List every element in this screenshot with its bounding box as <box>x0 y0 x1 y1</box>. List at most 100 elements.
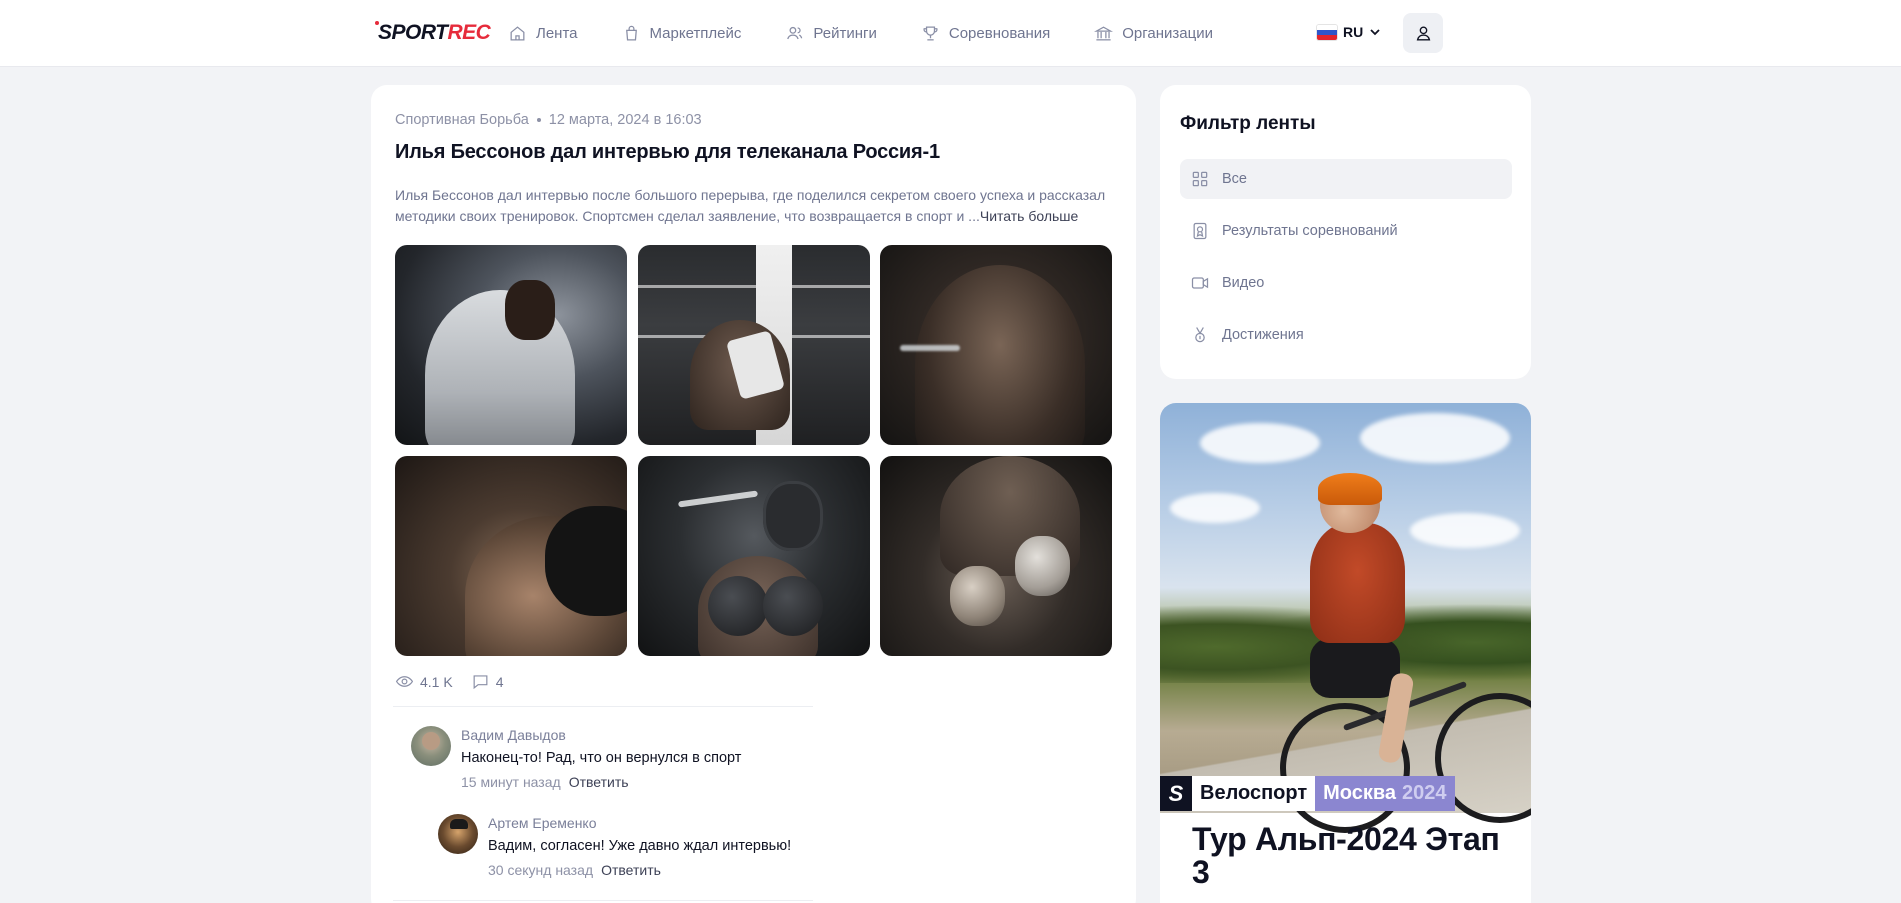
banner-image <box>1160 403 1531 833</box>
nav-item-organizations[interactable]: Организации <box>1094 24 1213 43</box>
nav-label: Маркетплейс <box>649 25 742 42</box>
boxing-glove <box>762 576 823 636</box>
video-icon <box>1191 277 1209 289</box>
filter-title: Фильтр ленты <box>1180 113 1316 134</box>
filter-item-label: Все <box>1222 171 1247 187</box>
nav-label: Лента <box>536 25 578 42</box>
post-stats: 4.1 K 4 <box>395 672 504 691</box>
user-icon <box>1416 25 1430 41</box>
certificate-icon <box>1193 222 1207 240</box>
filter-item-results[interactable]: Результаты соревнований <box>1180 211 1512 251</box>
bag-icon <box>625 25 637 41</box>
comment-text: Вадим, согласен! Уже давно ждал интервью… <box>488 838 792 854</box>
comment-item: Вадим Давыдов Наконец-то! Рад, что он ве… <box>411 726 741 790</box>
language-selector[interactable]: RU <box>1317 24 1381 40</box>
photo-figure <box>425 280 575 445</box>
comment-body: Вадим Давыдов Наконец-то! Рад, что он ве… <box>461 726 741 790</box>
nav-label: Организации <box>1122 25 1213 42</box>
boxing-glove <box>950 566 1005 626</box>
nav-item-feed[interactable]: Лента <box>508 24 578 43</box>
rider-shorts <box>1310 638 1400 698</box>
comments-divider <box>393 900 813 901</box>
rider-jersey <box>1310 523 1405 643</box>
rider-helmet <box>1318 473 1382 505</box>
eye-icon <box>395 676 414 687</box>
russia-flag-icon <box>1317 24 1337 40</box>
comment-footer: 15 минут назад Ответить <box>461 774 741 790</box>
home-icon <box>510 26 525 41</box>
post-excerpt: Илья Бессонов дал интервью после большог… <box>395 185 1115 227</box>
city-badge: Москва 2024 <box>1315 776 1455 811</box>
avatar[interactable] <box>411 726 451 766</box>
comment-time: 15 минут назад <box>461 774 561 790</box>
gallery-photo-1[interactable] <box>395 245 627 445</box>
comment-footer: 30 секунд назад Ответить <box>488 862 791 878</box>
headgear <box>762 481 823 551</box>
gallery-photo-3[interactable] <box>880 245 1112 445</box>
filter-item-video[interactable]: Видео <box>1180 263 1512 303</box>
photo-figure <box>915 265 1085 445</box>
comment-icon <box>473 675 488 690</box>
boxing-glove <box>1015 536 1070 596</box>
comment-author[interactable]: Артем Еременко <box>488 815 791 831</box>
sportrec-logo[interactable]: SPORT REC <box>375 20 491 46</box>
logo-letter: S <box>1168 780 1184 806</box>
event-year: 2024 <box>1402 782 1447 804</box>
nav-item-marketplace[interactable]: Маркетплейс <box>622 24 742 43</box>
grid-icon <box>1192 171 1208 187</box>
comment-author[interactable]: Вадим Давыдов <box>461 727 741 743</box>
users-icon <box>787 26 803 40</box>
comment-text: Наконец-то! Рад, что он вернулся в спорт <box>461 750 742 766</box>
light-streak <box>900 345 960 351</box>
views-counter: 4.1 K <box>395 672 453 691</box>
photo-figure <box>465 506 627 656</box>
filter-item-label: Результаты соревнований <box>1222 223 1398 239</box>
gallery-photo-2[interactable] <box>637 245 870 445</box>
comment-body: Артем Еременко Вадим, согласен! Уже давн… <box>488 814 791 878</box>
filter-item-achievements[interactable]: Достижения <box>1180 315 1512 355</box>
sportrec-s-logo-icon: S <box>1160 776 1192 811</box>
comment-time: 30 секунд назад <box>488 862 594 878</box>
feed-filter-panel: Фильтр ленты Все Результаты соревнований… <box>1160 85 1531 379</box>
views-count: 4.1 K <box>420 673 453 690</box>
nav-item-ratings[interactable]: Рейтинги <box>785 24 877 43</box>
post-title[interactable]: Илья Бессонов дал интервью для телеканал… <box>395 141 940 164</box>
trophy-icon <box>923 26 938 41</box>
comments-counter[interactable]: 4 <box>471 672 504 691</box>
comments-count: 4 <box>495 673 504 690</box>
medal-icon <box>1195 327 1205 343</box>
sport-badge: Велоспорт <box>1192 776 1316 811</box>
profile-button[interactable] <box>1403 13 1443 53</box>
logo-tick <box>375 21 379 25</box>
city-name: Москва <box>1323 782 1397 804</box>
filter-item-label: Видео <box>1222 275 1265 291</box>
comment-reply-item: Артем Еременко Вадим, согласен! Уже давн… <box>438 814 791 878</box>
read-more-link[interactable]: Читать больше <box>980 208 1078 224</box>
bank-icon <box>1094 26 1114 41</box>
post-meta: Спортивная Борьба 12 марта, 2024 в 16:03 <box>395 112 702 128</box>
logo-part-sport: SPORT <box>378 21 448 44</box>
banner-badges: S Велоспорт Москва 2024 <box>1160 776 1455 811</box>
nav-label: Соревнования <box>948 25 1051 42</box>
top-header: SPORT REC Лента Маркетплейс Рейтинги Соре… <box>0 0 1901 67</box>
meta-separator-dot <box>536 118 541 122</box>
promo-banner[interactable]: S Велоспорт Москва 2024 Тур Альп-2024 Эт… <box>1160 403 1531 903</box>
banner-title: Тур Альп-2024 Этап 3 <box>1192 821 1500 890</box>
ring-rope <box>637 285 870 288</box>
logo-part-rec: REC <box>447 21 491 44</box>
post-date: 12 марта, 2024 в 16:03 <box>548 112 702 128</box>
gallery-photo-4[interactable] <box>395 456 627 656</box>
gallery-photo-6[interactable] <box>880 456 1112 656</box>
comments-divider <box>393 706 813 707</box>
nav-item-competitions[interactable]: Соревнования <box>921 24 1050 43</box>
avatar[interactable] <box>438 814 478 854</box>
post-category[interactable]: Спортивная Борьба <box>395 112 529 128</box>
light-streak <box>677 490 758 508</box>
filter-item-all[interactable]: Все <box>1180 159 1512 199</box>
filter-item-label: Достижения <box>1222 327 1304 343</box>
boxing-glove <box>707 576 768 636</box>
gallery-photo-5[interactable] <box>637 456 870 656</box>
reply-button[interactable]: Ответить <box>569 774 629 790</box>
reply-button[interactable]: Ответить <box>601 862 661 878</box>
chevron-down-icon <box>1370 29 1380 36</box>
